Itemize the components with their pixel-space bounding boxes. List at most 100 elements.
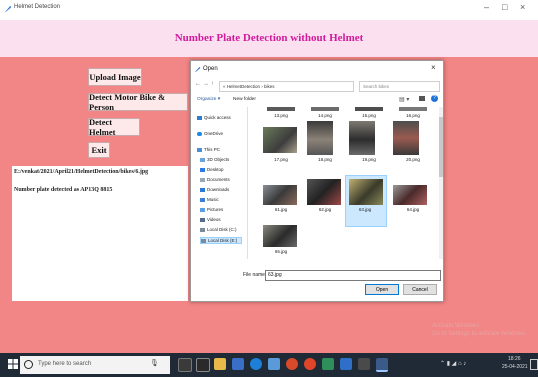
open-file-dialog: Open × ← → ↑ « HelmetDetection › bikes S… [190, 60, 444, 302]
preview-pane-icon[interactable] [419, 96, 425, 101]
file-label: 14.png [318, 113, 332, 118]
app-icon[interactable] [358, 358, 370, 370]
up-arrow-icon[interactable]: ↑ [211, 81, 214, 87]
clock-time[interactable]: 18:26 [508, 356, 521, 362]
nav-item-quick-access[interactable]: Quick access [197, 115, 231, 120]
windows-start-icon[interactable] [8, 359, 18, 369]
view-icon[interactable]: ▤ ▾ [399, 96, 409, 103]
task-view-icon[interactable] [196, 358, 210, 372]
taskbar: Type here to search 🎙 ⌃ ▮ ◢ ⌂ ♪ 18:26 25… [0, 353, 538, 377]
picture-icon [200, 207, 205, 212]
help-icon[interactable]: ? [431, 95, 438, 102]
page-title: Number Plate Detection without Helmet [174, 32, 364, 44]
watermark-line-1: Activate Windows [432, 323, 480, 329]
edge-icon[interactable] [250, 358, 262, 370]
dialog-title: Open [203, 66, 218, 72]
back-arrow-icon[interactable]: ← [195, 81, 201, 87]
file-label: 65.jpg [274, 249, 288, 254]
organize-menu[interactable]: Organize ▾ [197, 97, 220, 102]
file-label: 17.png [274, 157, 288, 162]
scrollbar-thumb[interactable] [439, 117, 443, 177]
thumbnail-19[interactable] [349, 121, 375, 155]
forward-arrow-icon[interactable]: → [203, 81, 209, 87]
selected-file-label: 63.jpg [358, 207, 372, 212]
chrome-icon[interactable] [304, 358, 316, 370]
thumbnail-18[interactable] [307, 121, 333, 155]
nav-item-onedrive[interactable]: OneDrive [197, 131, 223, 136]
thumbnail-62[interactable] [307, 179, 341, 205]
nav-item-desktop[interactable]: Desktop [200, 167, 224, 172]
app-icon[interactable] [322, 358, 334, 370]
app-icon[interactable] [268, 358, 280, 370]
maximize-button[interactable]: □ [502, 2, 507, 12]
taskbar-search-box[interactable]: Type here to search [20, 356, 170, 374]
nav-item-documents[interactable]: Documents [200, 177, 230, 182]
notification-icon[interactable] [530, 359, 538, 370]
download-icon [200, 187, 205, 192]
file-list-scrollbar[interactable] [439, 107, 443, 259]
watermark-line-2: Go to Settings to activate Windows. [432, 331, 527, 337]
cloud-icon [197, 131, 202, 136]
thumbnail-63[interactable] [349, 179, 383, 205]
nav-item-music[interactable]: Music [200, 197, 219, 202]
search-input[interactable]: Search bikes [359, 81, 440, 92]
taskbar-search-placeholder: Type here to search [38, 361, 92, 367]
thumbnail-20[interactable] [393, 121, 419, 155]
app-icon[interactable] [286, 358, 298, 370]
thumbnail-17[interactable] [263, 127, 297, 153]
task-view-icon[interactable] [178, 358, 192, 372]
feather-icon [4, 5, 12, 13]
output-text-area[interactable]: E:/venkat/2021/April21/HelmetDetection/b… [12, 166, 188, 301]
file-label: 16.png [406, 113, 420, 118]
file-label: 19.png [362, 157, 376, 162]
activation-watermark: Activate Windows Go to Settings to activ… [432, 322, 527, 338]
detect-bike-person-button[interactable]: Detect Motor Bike & Person [88, 92, 188, 112]
cube-icon [200, 157, 205, 162]
word-icon[interactable] [340, 358, 352, 370]
dialog-close-button[interactable]: × [431, 63, 436, 72]
file-grid: 13.png 14.png 15.png 16.png 17.png 18.pn… [253, 107, 437, 259]
cancel-button[interactable]: Cancel [403, 284, 437, 295]
nav-item-local-disk-e[interactable]: Local Disk (E:) [200, 237, 243, 244]
nav-item-3d-objects[interactable]: 3D Objects [200, 157, 229, 162]
open-button[interactable]: Open [365, 284, 399, 295]
thumbnail-15[interactable] [355, 107, 383, 111]
thumbnail-64[interactable] [393, 185, 427, 205]
thumbnail-65[interactable] [263, 225, 297, 247]
output-path: E:/venkat/2021/April21/HelmetDetection/b… [14, 169, 149, 175]
nav-item-videos[interactable]: Videos [200, 217, 221, 222]
new-folder-button[interactable]: New folder [233, 97, 256, 102]
filename-label: File name: [243, 272, 267, 278]
store-icon[interactable] [232, 358, 244, 370]
thumbnail-13[interactable] [267, 107, 295, 111]
clock-date[interactable]: 25-04-2021 [502, 364, 528, 370]
file-explorer-icon[interactable] [214, 358, 226, 370]
nav-item-pictures[interactable]: Pictures [200, 207, 223, 212]
pane-divider [247, 107, 248, 259]
upload-image-button[interactable]: Upload Image [88, 68, 142, 86]
address-bar[interactable]: « HelmetDetection › bikes [219, 81, 354, 92]
close-button[interactable]: × [520, 2, 525, 12]
drive-icon [200, 227, 205, 232]
drive-icon [201, 238, 206, 243]
filename-input[interactable]: 63.jpg [265, 270, 441, 281]
nav-item-downloads[interactable]: Downloads [200, 187, 229, 192]
nav-item-local-disk-c[interactable]: Local Disk (C:) [200, 227, 237, 232]
file-label: 15.png [362, 113, 376, 118]
video-icon [200, 217, 205, 222]
detect-helmet-button[interactable]: Detect Helmet [88, 117, 140, 137]
window-title: Helmet Detection [14, 4, 61, 10]
exit-button[interactable]: Exit [88, 142, 110, 158]
minimize-button[interactable]: – [484, 2, 489, 12]
thumbnail-14[interactable] [311, 107, 339, 111]
thumbnail-61[interactable] [263, 185, 297, 205]
file-label: 18.png [318, 157, 332, 162]
microphone-icon[interactable]: 🎙 [150, 359, 159, 367]
feather-icon [194, 66, 201, 73]
python-icon[interactable] [376, 358, 388, 372]
thumbnail-16[interactable] [399, 107, 427, 111]
system-tray-icons[interactable]: ⌃ ▮ ◢ ⌂ ♪ [440, 360, 466, 367]
music-icon [200, 197, 205, 202]
output-result: Number plate detected as AP13Q 8815 [14, 187, 113, 193]
nav-item-this-pc[interactable]: This PC [197, 147, 220, 152]
